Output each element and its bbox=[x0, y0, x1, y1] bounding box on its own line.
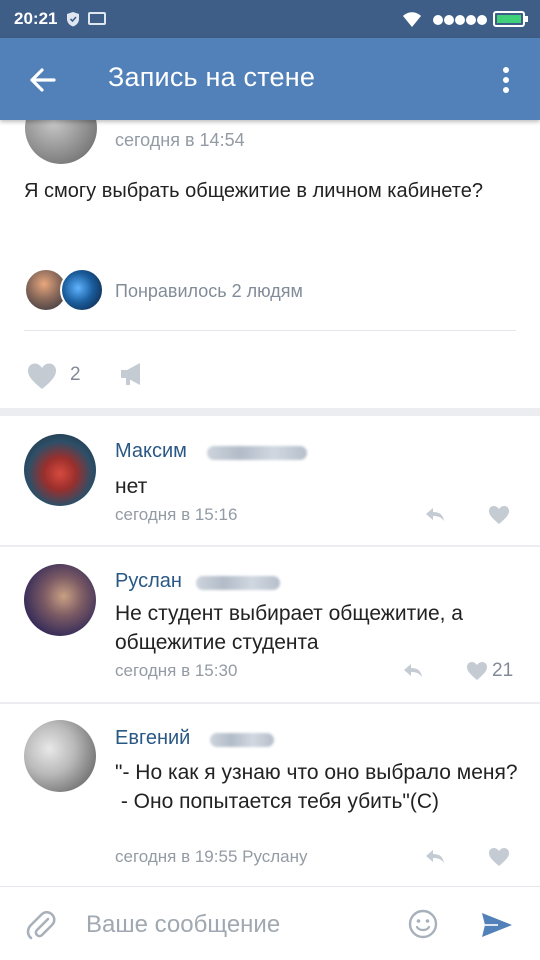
comment-text: Не студент выбирает общежитие, а общежит… bbox=[115, 602, 463, 654]
comment-heart-icon[interactable] bbox=[488, 505, 510, 525]
comment-text: "- Но как я узнаю что оно выбрало меня? … bbox=[115, 758, 535, 816]
comment-author-name[interactable]: Максим bbox=[115, 440, 187, 463]
signal-icon bbox=[433, 15, 487, 25]
comment-timestamp: сегодня в 19:55 Руслану bbox=[115, 847, 308, 866]
post-timestamp: сегодня в 14:54 bbox=[115, 130, 245, 150]
divider bbox=[24, 330, 516, 331]
section-divider bbox=[0, 408, 540, 416]
comment-heart-icon[interactable] bbox=[466, 661, 488, 681]
post-like-count: 2 bbox=[70, 364, 81, 385]
post-text: Я смогу выбрать общежитие в личном кабин… bbox=[24, 180, 483, 202]
blurred-surname bbox=[210, 733, 274, 747]
reply-icon[interactable] bbox=[424, 848, 446, 866]
comment-author-name[interactable]: Евгений bbox=[115, 727, 190, 750]
comment-heart-icon[interactable] bbox=[488, 847, 510, 867]
message-input[interactable] bbox=[86, 907, 386, 943]
page-title: Запись на стене bbox=[108, 62, 316, 92]
blurred-surname bbox=[196, 576, 280, 590]
comment-text-line: - Оно попытается тебя убить"(С) bbox=[115, 790, 440, 813]
shield-icon bbox=[67, 12, 79, 27]
reply-icon[interactable] bbox=[402, 662, 424, 680]
battery-icon bbox=[493, 11, 528, 27]
comment-avatar[interactable] bbox=[24, 564, 96, 636]
paperclip-icon[interactable] bbox=[26, 909, 56, 941]
liked-by-text[interactable]: Понравилось 2 людям bbox=[115, 281, 303, 302]
status-time: 20:21 bbox=[14, 9, 58, 28]
divider bbox=[0, 545, 540, 547]
blurred-surname bbox=[207, 446, 307, 460]
more-options-icon[interactable] bbox=[494, 62, 518, 98]
heart-icon[interactable] bbox=[26, 362, 58, 390]
wifi-icon bbox=[403, 12, 421, 27]
emoji-icon[interactable] bbox=[408, 909, 438, 939]
share-megaphone-icon[interactable] bbox=[118, 360, 146, 388]
comment-author-name[interactable]: Руслан bbox=[115, 570, 182, 593]
comment-avatar[interactable] bbox=[24, 720, 96, 792]
comment-like-count: 21 bbox=[492, 660, 514, 681]
status-bar: 20:21 bbox=[0, 0, 540, 38]
comment-timestamp: сегодня в 15:30 bbox=[115, 661, 238, 680]
back-arrow-icon[interactable] bbox=[22, 60, 62, 100]
message-input-bar bbox=[0, 886, 540, 960]
send-icon[interactable] bbox=[480, 911, 514, 939]
comment-avatar[interactable] bbox=[24, 434, 96, 506]
comment-text-line: "- Но как я узнаю что оно выбрало меня? bbox=[115, 761, 518, 784]
divider bbox=[0, 702, 540, 704]
notification-icon bbox=[88, 12, 106, 25]
comment-timestamp: сегодня в 15:16 bbox=[115, 505, 238, 524]
reply-icon[interactable] bbox=[424, 506, 446, 524]
liker-avatar[interactable] bbox=[60, 268, 104, 312]
comment-text: нет bbox=[115, 475, 148, 498]
app-bar: Запись на стене bbox=[0, 38, 540, 120]
